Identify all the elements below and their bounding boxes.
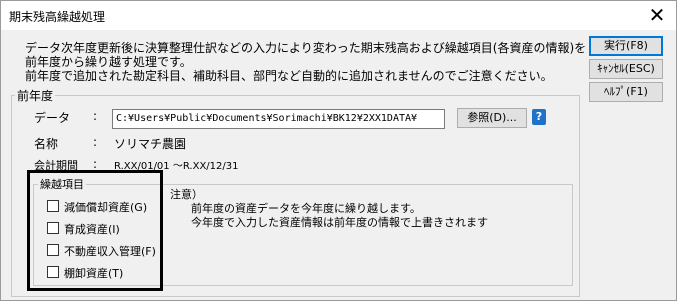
description-line: 前年度から繰り越す処理です。 xyxy=(25,55,192,69)
window-title: 期末残高繰越処理 xyxy=(9,10,106,24)
name-colon: : xyxy=(93,135,98,149)
name-value: ソリマチ農園 xyxy=(114,137,187,151)
period-colon: : xyxy=(93,157,98,171)
cancel-button[interactable]: ｷｬﾝｾﾙ(ESC) xyxy=(589,59,663,79)
help-icon[interactable]: ? xyxy=(532,109,546,125)
dialog-window: 期末残高繰越処理 ✕ データ次年度更新後に決算整理仕訳などの入力により変わった期… xyxy=(0,0,677,301)
data-colon: : xyxy=(93,109,98,123)
browse-button[interactable]: 参照(D)... xyxy=(457,108,527,128)
data-path-field[interactable]: C:¥Users¥Public¥Documents¥Sorimachi¥BK12… xyxy=(112,109,445,129)
title-bar: 期末残高繰越処理 ✕ xyxy=(1,1,676,30)
help-button[interactable]: ﾍﾙﾌﾟ(F1) xyxy=(589,82,663,102)
description: データ次年度更新後に決算整理仕訳などの入力により変わった期末残高および繰越項目(… xyxy=(25,41,586,83)
name-label: 名称 xyxy=(34,137,59,151)
note-line-2: 今年度で入力した資産情報は前年度の情報で上書きされます xyxy=(191,216,488,229)
description-line: データ次年度更新後に決算整理仕訳などの入力により変わった期末残高および繰越項目(… xyxy=(25,41,587,55)
execute-button[interactable]: 実行(F8) xyxy=(589,36,663,56)
highlight-box xyxy=(27,170,163,291)
description-line: 前年度で追加された勘定科目、補助科目、部門など自動的に追加されませんのでご注意く… xyxy=(25,69,553,83)
close-icon[interactable]: ✕ xyxy=(642,2,672,28)
data-label: データ xyxy=(34,111,71,125)
prev-year-group-title: 前年度 xyxy=(15,87,56,104)
